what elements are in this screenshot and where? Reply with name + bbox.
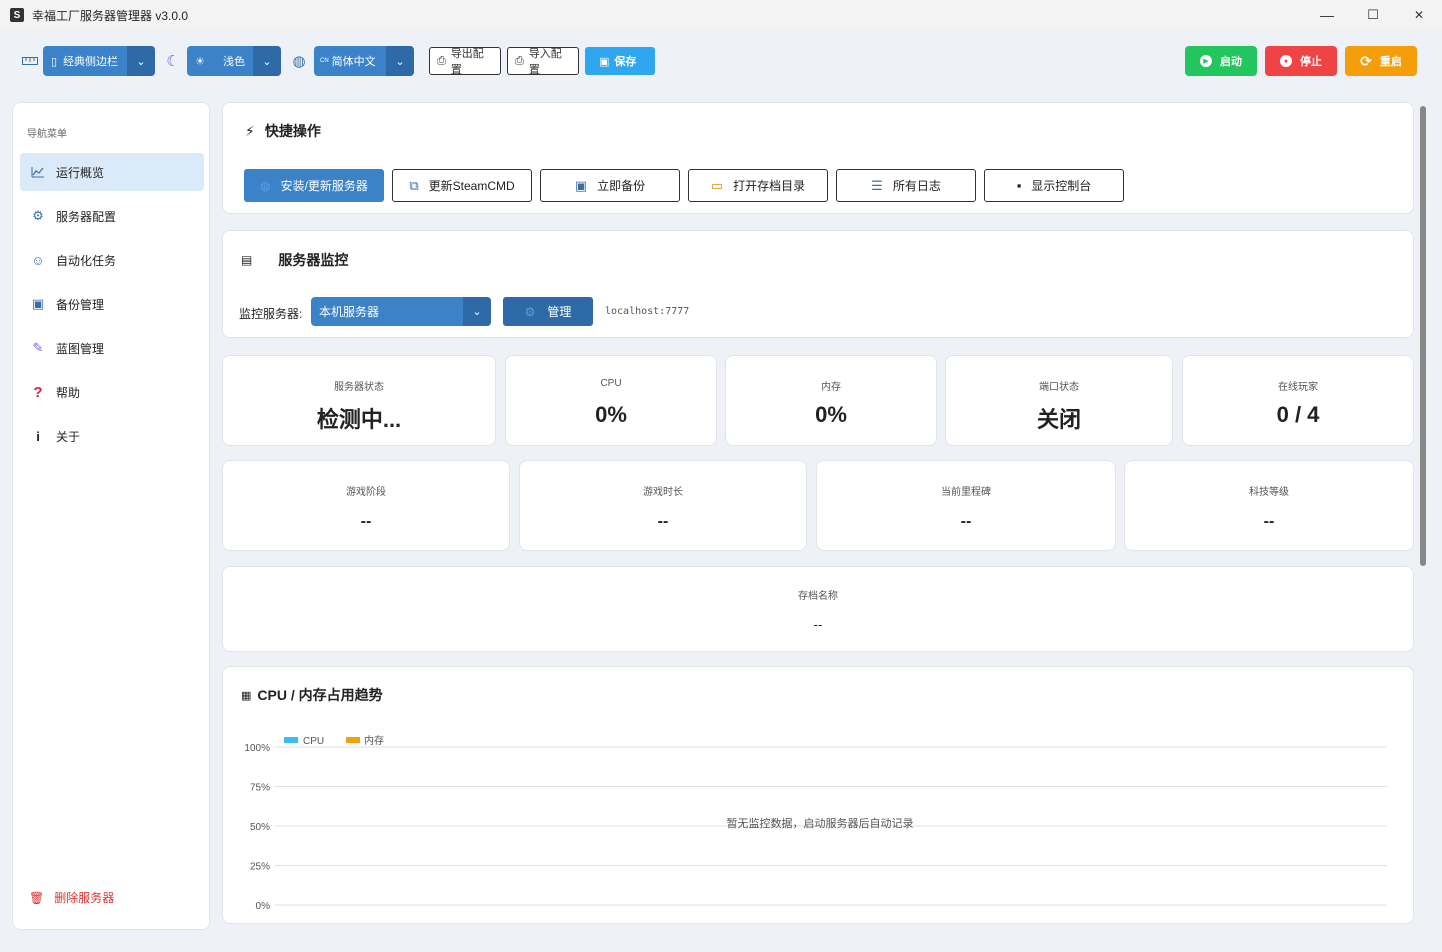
app-logo-icon: S (10, 8, 24, 22)
sidebar-item-help[interactable]: ? 帮助 (20, 373, 204, 411)
export-icon: ⎙ (437, 54, 446, 67)
minimize-button[interactable]: — (1304, 0, 1350, 30)
wrench-icon: ✎ (32, 340, 44, 355)
stat-card-memory: 内存 0% (725, 355, 937, 446)
gear-icon: ⚙ (32, 208, 44, 223)
server-monitor-title: ▤ 服务器监控 (241, 252, 349, 268)
terminal-icon: ▪ (1016, 178, 1022, 193)
gear-icon: ⚙ (524, 304, 536, 319)
sidebar-item-server-config[interactable]: ⚙ 服务器配置 (20, 197, 204, 235)
globe-icon: ◍ (260, 178, 271, 193)
stat-card-port-status: 端口状态 关闭 (945, 355, 1173, 446)
chevron-down-icon[interactable]: ⌄ (253, 46, 281, 76)
server-address: localhost:7777 (605, 306, 690, 317)
play-icon: ▶ (1200, 55, 1212, 67)
monitor-server-label: 监控服务器: (239, 307, 303, 321)
y-tick-label: 75% (250, 783, 270, 794)
usage-chart-panel: ▦ CPU / 内存占用趋势 CPU 内存 100% 75% 50% 25% 0% 暂无监… (222, 666, 1414, 924)
install-update-server-button[interactable]: ◍ 安装/更新服务器 (244, 169, 384, 202)
open-save-dir-button[interactable]: ▭ 打开存档目录 (688, 169, 828, 202)
chart-line-icon (30, 164, 46, 180)
export-config-button[interactable]: ⎙ 导出配置 (429, 47, 501, 76)
page-scrollbar-thumb[interactable] (1420, 106, 1426, 566)
floppy-icon: ▣ (599, 55, 610, 68)
usage-chart: CPU 内存 100% 75% 50% 25% 0% 暂无监控数据，启动服务器后自动记录 (244, 734, 1387, 912)
y-tick-label: 25% (250, 862, 270, 873)
language-select-value: 简体中文 (331, 56, 376, 68)
layout-select[interactable]: ▯ 经典侧边栏 ⌄ (43, 46, 155, 76)
chevron-down-icon[interactable]: ⌄ (463, 297, 491, 326)
stat-card-milestone: 当前里程碑 -- (816, 460, 1116, 551)
stat-card-server-status: 服务器状态 检测中... (222, 355, 496, 446)
flag-icon: CN (320, 58, 329, 64)
stat-card-play-time: 游戏时长 -- (519, 460, 807, 551)
backup-now-button[interactable]: ▣ 立即备份 (540, 169, 680, 202)
sidebar: 导航菜单 运行概览 ⚙ 服务器配置 ☺ 自动化任务 ▣ 备份管理 ✎ 蓝图管理 … (12, 102, 210, 930)
floppy-icon: ▣ (574, 177, 588, 193)
legend-swatch-cpu (284, 737, 298, 743)
theme-select[interactable]: ☀ 浅色 ⌄ (187, 46, 281, 76)
question-icon: ? (33, 383, 43, 401)
y-tick-label: 50% (250, 822, 270, 833)
robot-icon: ☺ (31, 252, 45, 268)
server-icon: ▤ (241, 253, 253, 267)
floppy-icon: ▣ (31, 296, 45, 311)
legend-label-cpu: CPU (303, 736, 324, 747)
folder-icon: ▭ (710, 177, 724, 193)
layout-icon: ▯ (51, 55, 58, 68)
quick-actions-title: ⚡ 快捷操作 (245, 122, 321, 140)
document-icon: ☰ (871, 177, 883, 193)
sun-icon: ☀ (195, 55, 205, 68)
moon-icon: ☾ (166, 53, 180, 70)
update-steamcmd-button[interactable]: ⧉ 更新SteamCMD (392, 169, 532, 202)
refresh-icon: ⟳ (1360, 52, 1372, 69)
y-tick-label: 0% (256, 901, 271, 912)
window-title: 幸福工厂服务器管理器 v3.0.0 (32, 8, 189, 23)
import-icon: ⎙ (515, 54, 524, 67)
chevron-down-icon[interactable]: ⌄ (386, 46, 414, 76)
server-monitor-panel: ▤ 服务器监控 监控服务器: 本机服务器 ⌄ ⚙ 管理 localhost:7777 (222, 230, 1414, 338)
y-tick-label: 100% (244, 743, 270, 754)
sidebar-item-overview[interactable]: 运行概览 (20, 153, 204, 191)
sidebar-item-about[interactable]: i 关于 (20, 417, 204, 455)
chart-legend: CPU 内存 (284, 734, 384, 747)
sidebar-item-backup[interactable]: ▣ 备份管理 (20, 285, 204, 323)
stat-card-tech-tier: 科技等级 -- (1124, 460, 1414, 551)
layout-select-value: 经典侧边栏 (63, 56, 119, 68)
chevron-down-icon[interactable]: ⌄ (127, 46, 155, 76)
toolbox-icon: ⧉ (409, 177, 419, 193)
manage-button[interactable]: ⚙ 管理 (503, 297, 593, 326)
bolt-icon: ⚡ (245, 122, 255, 139)
quick-actions-panel: ⚡ 快捷操作 ◍ 安装/更新服务器 ⧉ 更新SteamCMD ▣ 立即备份 ▭ 打开存档目… (222, 102, 1414, 214)
stop-button[interactable]: ● 停止 (1265, 46, 1337, 76)
language-select[interactable]: CN 简体中文 ⌄ (314, 46, 414, 76)
sidebar-item-blueprint[interactable]: ✎ 蓝图管理 (20, 329, 204, 367)
legend-swatch-memory (346, 737, 360, 743)
close-button[interactable]: ✕ (1396, 0, 1442, 30)
legend-label-memory: 内存 (364, 734, 384, 747)
window-titlebar: S 幸福工厂服务器管理器 v3.0.0 — ☐ ✕ (0, 0, 1442, 30)
all-logs-button[interactable]: ☰ 所有日志 (836, 169, 976, 202)
sidebar-heading: 导航菜单 (27, 129, 67, 140)
save-name-card: 存档名称 -- (222, 566, 1414, 652)
monitor-server-select[interactable]: 本机服务器 ⌄ (311, 297, 491, 326)
delete-server-button[interactable]: 🗑 删除服务器 (29, 889, 114, 906)
save-button[interactable]: ▣ 保存 (585, 47, 655, 75)
restart-button[interactable]: ⟳ 重启 (1345, 46, 1417, 76)
maximize-button[interactable]: ☐ (1350, 0, 1396, 30)
import-config-button[interactable]: ⎙ 导入配置 (507, 47, 579, 76)
globe-icon: ◍ (292, 53, 306, 70)
stop-icon: ● (1280, 55, 1292, 67)
start-button[interactable]: ▶ 启动 (1185, 46, 1257, 76)
ruler-icon (21, 52, 39, 70)
stat-card-cpu: CPU 0% (505, 355, 717, 446)
show-console-button[interactable]: ▪ 显示控制台 (984, 169, 1124, 202)
info-icon: i (36, 428, 40, 444)
trash-icon: 🗑 (29, 890, 45, 905)
stat-card-game-phase: 游戏阶段 -- (222, 460, 510, 551)
theme-select-value: 浅色 (223, 56, 245, 68)
chart-empty-message: 暂无监控数据，启动服务器后自动记录 (727, 816, 914, 830)
stat-card-online-players: 在线玩家 0 / 4 (1182, 355, 1414, 446)
sidebar-item-automation[interactable]: ☺ 自动化任务 (20, 241, 204, 279)
